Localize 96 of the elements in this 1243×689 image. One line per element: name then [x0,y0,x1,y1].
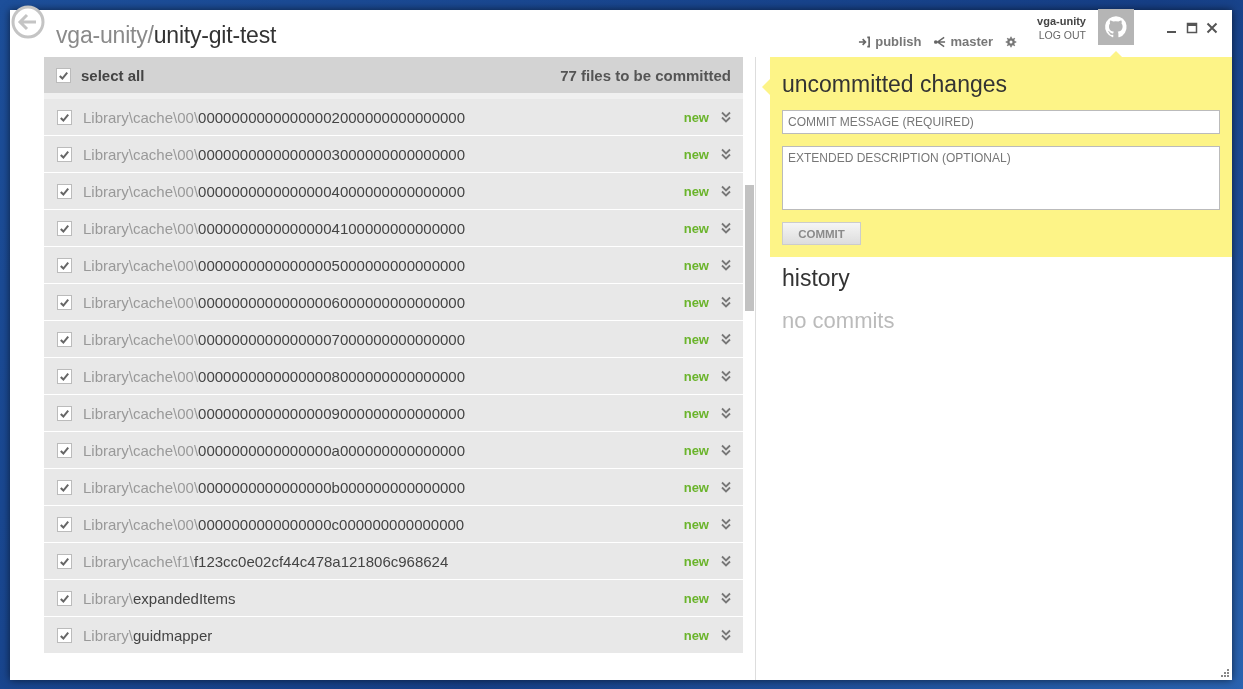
file-row[interactable]: Library\expandedItems new [44,580,743,617]
file-row[interactable]: Library\cache\00\00000000000000007000000000000000 new [44,321,743,358]
file-path: Library\cache\00\00000000000000002000000000000000 [83,108,466,126]
settings-icon[interactable] [1005,35,1018,48]
file-row[interactable]: Library\cache\f1\f123cc0e02cf44c478a121806c968624 new [44,543,743,580]
close-icon[interactable] [1206,22,1218,34]
file-path: Library\cache\00\00000000000000003000000000000000 [83,145,466,163]
maximize-icon[interactable] [1186,22,1198,34]
scrollbar-thumb[interactable] [745,185,754,311]
repository-name: unity-git-test [153,22,277,48]
file-path: Library\cache\00\00000000000000006000000000000000 [83,293,466,311]
description-field[interactable]: EXTENDED DESCRIPTION (OPTIONAL) [782,146,1220,210]
expand-chevrons-icon[interactable] [721,481,731,493]
history-heading: history [782,265,851,292]
file-path: Library\cache\f1\f123cc0e02cf44c478a121806c968624 [83,552,449,570]
file-row[interactable]: Library\cache\00\0000000000000000c000000000000000 new [44,506,743,543]
file-path: Library\cache\00\0000000000000000c000000000000000 [83,515,465,533]
file-path: Library\expandedItems [83,589,236,607]
branch-icon [933,35,947,48]
username: vga-unity [1037,15,1086,27]
expand-chevrons-icon[interactable] [721,518,731,530]
expand-chevrons-icon[interactable] [721,407,731,419]
repository-owner: vga-unity/ [56,22,154,48]
file-path: Library\cache\00\00000000000000004000000000000000 [83,182,466,200]
file-status: new [683,553,709,569]
file-row[interactable]: Library\cache\00\00000000000000004000000000000000 new [44,173,743,210]
file-status: new [683,479,709,495]
file-status: new [683,220,709,236]
expand-chevrons-icon[interactable] [721,444,731,456]
logout-link[interactable]: LOG OUT [1038,29,1086,41]
file-path: Library\cache\00\0000000000000000b000000000000000 [83,478,466,496]
file-checkbox[interactable] [57,516,72,532]
file-status: new [683,109,709,125]
empty-history-text: no commits [782,308,896,334]
file-status: new [683,294,709,310]
expand-chevrons-icon[interactable] [721,222,731,234]
arrow-into-bracket-icon [858,35,872,48]
file-row[interactable]: Library\cache\00\00000000000000006000000000000000 new [44,284,743,321]
file-checkbox[interactable] [57,479,72,495]
file-status: new [683,405,709,421]
file-status: new [683,257,709,273]
file-row[interactable]: Library\cache\00\00000000000000002000000000000000 new [44,99,743,136]
expand-chevrons-icon[interactable] [721,629,731,641]
file-status: new [683,590,709,606]
select-all-label[interactable]: select all [81,66,145,84]
file-checkbox[interactable] [57,183,72,199]
publish-button[interactable]: publish [858,34,922,49]
file-path: Library\cache\00\00000000000000004100000000000000 [83,219,466,237]
file-checkbox[interactable] [57,590,72,606]
file-path: Library\cache\00\00000000000000008000000000000000 [83,367,466,385]
file-checkbox[interactable] [57,553,72,569]
file-row[interactable]: Library\cache\00\00000000000000003000000000000000 new [44,136,743,173]
expand-chevrons-icon[interactable] [721,592,731,604]
expand-chevrons-icon[interactable] [721,185,731,197]
file-checkbox[interactable] [57,442,72,458]
file-path: Library\cache\00\0000000000000000a000000000000000 [83,441,466,459]
file-status: new [683,442,709,458]
file-checkbox[interactable] [57,257,72,273]
file-checkbox[interactable] [57,146,72,162]
file-checkbox[interactable] [57,331,72,347]
branch-button[interactable]: master [933,34,994,49]
file-count: 77 files to be committed [560,66,731,84]
file-status: new [683,183,709,199]
file-row[interactable]: Library\cache\00\00000000000000009000000000000000 new [44,395,743,432]
file-checkbox[interactable] [57,627,72,643]
panel-heading: uncommitted changes [782,71,1008,98]
resize-grip-icon[interactable] [1221,669,1229,677]
file-status: new [683,368,709,384]
file-row[interactable]: Library\guidmapper new [44,617,743,654]
file-checkbox[interactable] [57,220,72,236]
expand-chevrons-icon[interactable] [721,259,731,271]
file-checkbox[interactable] [57,294,72,310]
file-row[interactable]: Library\cache\00\0000000000000000b000000000000000 new [44,469,743,506]
expand-chevrons-icon[interactable] [721,148,731,160]
file-status: new [683,331,709,347]
expand-chevrons-icon[interactable] [721,333,731,345]
expand-chevrons-icon[interactable] [721,370,731,382]
file-path: Library\cache\00\00000000000000007000000000000000 [83,330,466,348]
commit-message-field[interactable]: COMMIT MESSAGE (REQUIRED) [782,110,1220,134]
expand-chevrons-icon[interactable] [721,296,731,308]
file-checkbox[interactable] [57,109,72,125]
file-path: Library\guidmapper [83,626,213,644]
file-row[interactable]: Library\cache\00\0000000000000000a000000000000000 new [44,432,743,469]
file-path: Library\cache\00\00000000000000009000000000000000 [83,404,466,422]
expand-chevrons-icon[interactable] [721,555,731,567]
file-status: new [683,516,709,532]
file-row[interactable]: Library\cache\00\00000000000000008000000000000000 new [44,358,743,395]
file-row[interactable]: Library\cache\00\00000000000000004100000000000000 new [44,210,743,247]
select-all-checkbox[interactable] [56,67,71,83]
expand-chevrons-icon[interactable] [721,111,731,123]
file-row[interactable]: Library\cache\00\00000000000000005000000000000000 new [44,247,743,284]
file-status: new [683,146,709,162]
file-path: Library\cache\00\00000000000000005000000000000000 [83,256,466,274]
file-status: new [683,627,709,643]
file-checkbox[interactable] [57,405,72,421]
file-checkbox[interactable] [57,368,72,384]
